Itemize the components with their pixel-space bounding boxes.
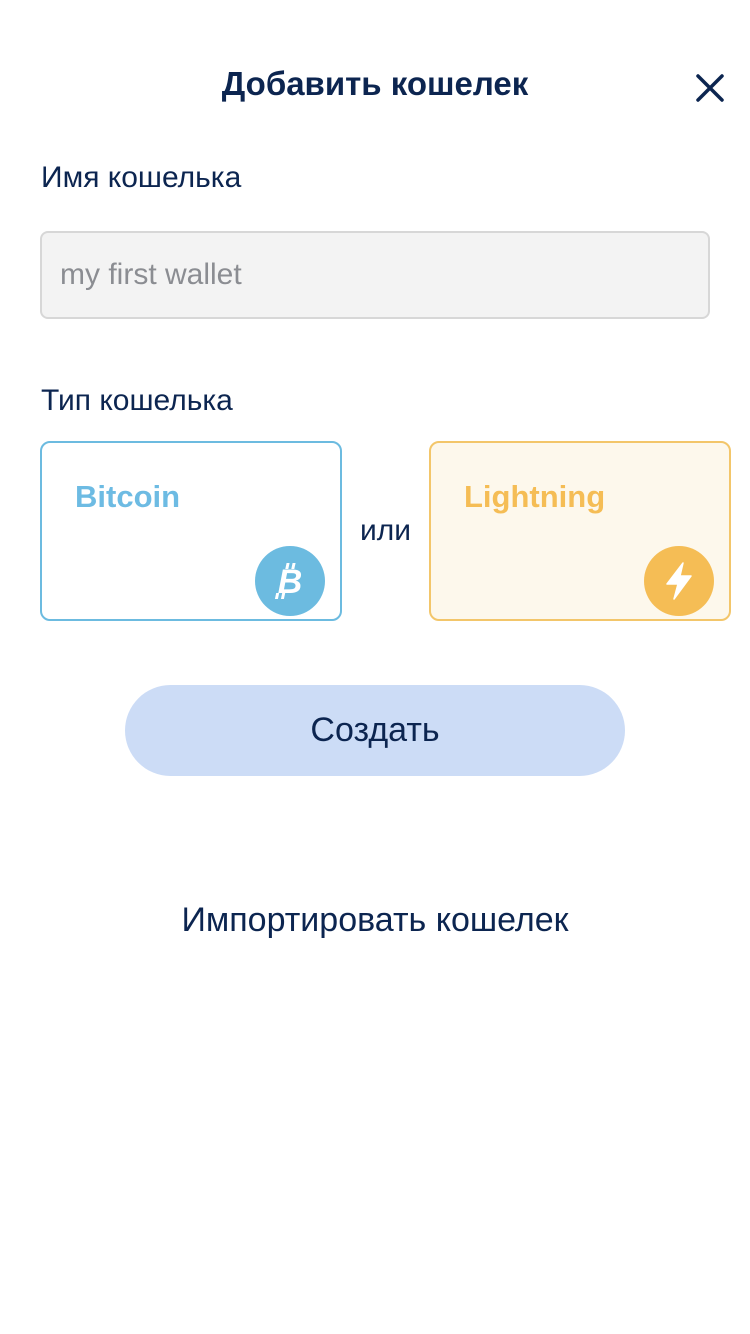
- wallet-type-lightning-card[interactable]: Lightning: [429, 441, 731, 621]
- wallet-name-input[interactable]: [40, 231, 710, 319]
- wallet-type-bitcoin-card[interactable]: Bitcoin B: [40, 441, 342, 621]
- lightning-bolt-icon: [644, 546, 714, 616]
- header-title: Добавить кошелек: [221, 65, 529, 102]
- lightning-card-label: Lightning: [464, 479, 606, 514]
- bitcoin-icon: B: [255, 546, 325, 616]
- wallet-name-label: Имя кошелька: [41, 161, 242, 194]
- or-separator: или: [359, 514, 412, 547]
- close-button[interactable]: [688, 66, 732, 110]
- svg-text:B: B: [278, 563, 303, 601]
- create-wallet-button[interactable]: Создать: [125, 685, 625, 776]
- import-wallet-link[interactable]: Импортировать кошелек: [0, 897, 750, 943]
- bitcoin-card-label: Bitcoin: [75, 479, 181, 514]
- wallet-type-label: Тип кошелька: [41, 384, 233, 417]
- close-icon: [696, 74, 724, 102]
